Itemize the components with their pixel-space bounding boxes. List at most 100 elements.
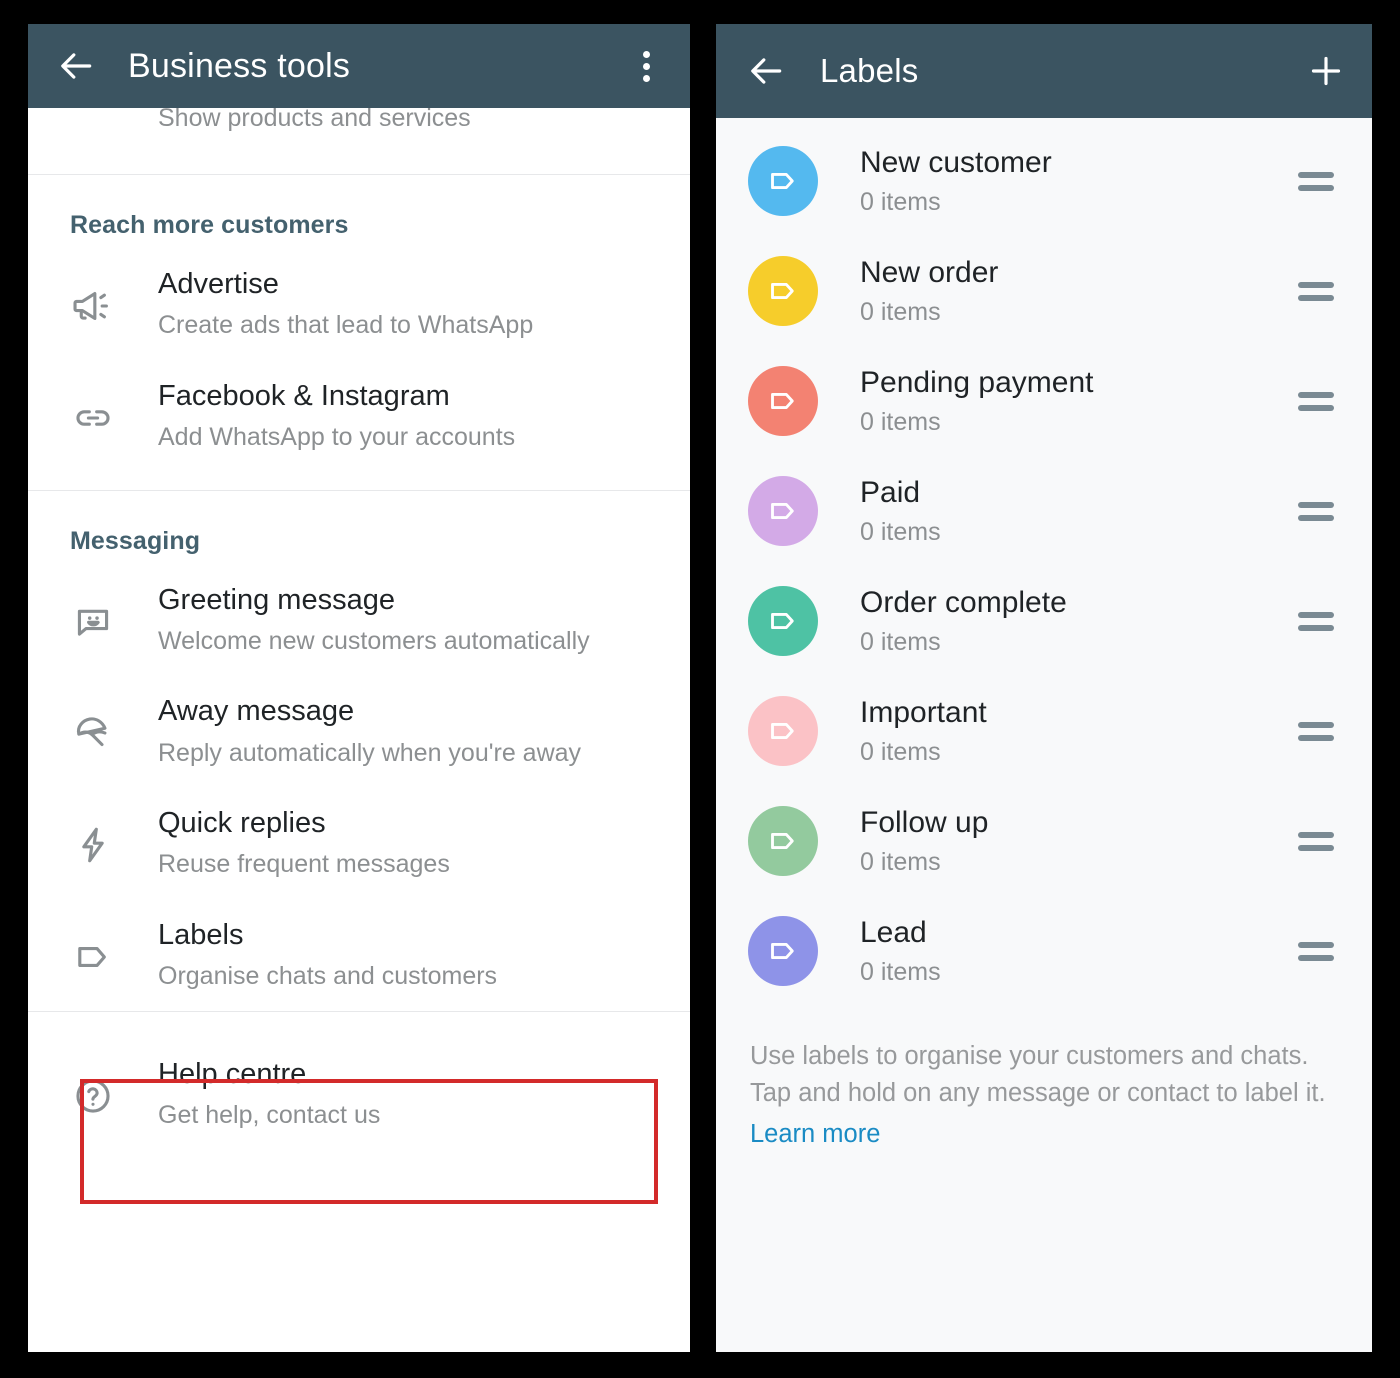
screenshot-root: Business tools Show products and service… <box>0 0 1400 1378</box>
list-item-subtitle: Welcome new customers automatically <box>158 626 590 655</box>
business-tools-appbar: Business tools <box>28 24 690 108</box>
label-list-item[interactable]: Lead 0 items <box>716 896 1372 1006</box>
list-item-partial[interactable]: Show products and services <box>28 104 690 174</box>
label-text-block: Order complete 0 items <box>860 585 1298 657</box>
drag-handle-icon[interactable] <box>1298 831 1338 851</box>
list-item-title: Advertise <box>158 268 279 300</box>
kebab-menu-icon[interactable] <box>624 44 668 88</box>
label-name: Paid <box>860 476 921 509</box>
help-centre-icon <box>28 1056 158 1118</box>
list-item-text: Labels Organise chats and customers <box>158 917 670 993</box>
label-text-block: New customer 0 items <box>860 145 1298 217</box>
label-color-avatar <box>748 366 818 436</box>
list-item-subtitle: Add WhatsApp to your accounts <box>158 423 516 451</box>
list-item-subtitle: Get help, contact us <box>158 1100 381 1129</box>
list-item-subtitle: Create ads that lead to WhatsApp <box>158 311 534 340</box>
list-item-title: Help centre <box>158 1057 307 1090</box>
label-text-block: Lead 0 items <box>860 915 1298 987</box>
label-name: New customer <box>860 146 1052 179</box>
section-header-messaging: Messaging <box>70 526 201 555</box>
list-item-text: Away message Reply automatically when yo… <box>158 693 670 769</box>
list-item-facebook-instagram[interactable]: Facebook & Instagram Add WhatsApp to you… <box>28 360 690 472</box>
label-list-item[interactable]: Paid 0 items <box>716 456 1372 566</box>
label-name: Pending payment <box>860 366 1094 399</box>
label-item-count: 0 items <box>860 958 941 986</box>
back-arrow-icon[interactable] <box>54 43 100 89</box>
list-item-title: Labels <box>158 918 244 951</box>
label-item-count: 0 items <box>860 188 941 216</box>
drag-handle-icon[interactable] <box>1298 501 1338 521</box>
list-item-text: Facebook & Instagram Add WhatsApp to you… <box>158 378 670 454</box>
list-item-title: Facebook & Instagram <box>158 379 450 412</box>
label-list-item[interactable]: New customer 0 items <box>716 126 1372 236</box>
label-text-block: Pending payment 0 items <box>860 365 1298 437</box>
label-color-avatar <box>748 586 818 656</box>
labels-help-line-1: Use labels to organise your customers an… <box>750 1042 1309 1070</box>
label-color-avatar <box>748 916 818 986</box>
drag-handle-icon[interactable] <box>1298 391 1338 411</box>
label-item-count: 0 items <box>860 298 941 326</box>
drag-handle-icon[interactable] <box>1298 171 1338 191</box>
list-item-advertise[interactable]: Advertise Create ads that lead to WhatsA… <box>28 248 690 360</box>
list-item-title: Away message <box>158 695 355 728</box>
business-tools-panel: Business tools Show products and service… <box>28 24 690 1352</box>
label-color-avatar <box>748 256 818 326</box>
label-item-count: 0 items <box>860 518 941 546</box>
business-tools-list: Show products and services Reach more cu… <box>28 104 690 1352</box>
quick-replies-icon <box>28 805 158 867</box>
label-item-count: 0 items <box>860 848 941 876</box>
labels-help-line-2: Tap and hold on any message or contact t… <box>750 1078 1326 1107</box>
list-item-text: Help centre Get help, contact us <box>158 1056 670 1132</box>
label-list-item[interactable]: Pending payment 0 items <box>716 346 1372 456</box>
list-item-subtitle: Organise chats and customers <box>158 962 498 990</box>
labels-appbar: Labels <box>716 24 1372 118</box>
label-name: Lead <box>860 916 927 949</box>
label-name: Order complete <box>860 586 1067 619</box>
label-name: New order <box>860 256 999 289</box>
label-item-count: 0 items <box>860 408 941 436</box>
list-item-labels[interactable]: Labels Organise chats and customers <box>28 899 690 1011</box>
drag-handle-icon[interactable] <box>1298 611 1338 631</box>
page-title: Labels <box>820 52 919 89</box>
labels-list: New customer 0 items New order 0 items P… <box>716 118 1372 1352</box>
label-name: Follow up <box>860 806 989 839</box>
label-item-count: 0 items <box>860 628 941 656</box>
labels-panel: Labels New customer 0 items New order 0 … <box>716 24 1372 1352</box>
plus-icon[interactable] <box>1304 49 1348 93</box>
section-header-reach-more-customers: Reach more customers <box>70 211 349 239</box>
labels-help-footer: Use labels to organise your customers an… <box>716 1006 1372 1149</box>
label-name: Important <box>860 696 987 729</box>
list-item-away-message[interactable]: Away message Reply automatically when yo… <box>28 675 690 787</box>
list-item-title: Greeting message <box>158 583 395 616</box>
drag-handle-icon[interactable] <box>1298 721 1338 741</box>
label-list-item[interactable]: New order 0 items <box>716 236 1372 346</box>
learn-more-link[interactable]: Learn more <box>750 1120 880 1149</box>
label-list-item[interactable]: Order complete 0 items <box>716 566 1372 676</box>
label-text-block: Follow up 0 items <box>860 805 1298 877</box>
greeting-message-icon <box>28 582 158 644</box>
list-item-greeting-message[interactable]: Greeting message Welcome new customers a… <box>28 564 690 676</box>
drag-handle-icon[interactable] <box>1298 281 1338 301</box>
label-item-count: 0 items <box>860 738 941 766</box>
drag-handle-icon[interactable] <box>1298 941 1338 961</box>
partial-row-subtitle: Show products and services <box>158 104 471 132</box>
link-icon <box>28 378 158 440</box>
list-item-quick-replies[interactable]: Quick replies Reuse frequent messages <box>28 787 690 899</box>
label-list-item[interactable]: Follow up 0 items <box>716 786 1372 896</box>
label-text-block: Paid 0 items <box>860 475 1298 547</box>
label-text-block: New order 0 items <box>860 255 1298 327</box>
label-tag-icon <box>28 917 158 979</box>
list-item-text: Quick replies Reuse frequent messages <box>158 805 670 881</box>
list-item-help-centre[interactable]: Help centre Get help, contact us <box>28 1012 690 1150</box>
label-list-item[interactable]: Important 0 items <box>716 676 1372 786</box>
list-item-text: Greeting message Welcome new customers a… <box>158 582 670 658</box>
label-color-avatar <box>748 806 818 876</box>
label-color-avatar <box>748 476 818 546</box>
label-color-avatar <box>748 696 818 766</box>
list-item-title: Quick replies <box>158 807 326 839</box>
back-arrow-icon[interactable] <box>744 48 790 94</box>
list-item-text: Advertise Create ads that lead to WhatsA… <box>158 266 670 342</box>
megaphone-icon <box>28 266 158 328</box>
away-message-icon <box>28 693 158 755</box>
